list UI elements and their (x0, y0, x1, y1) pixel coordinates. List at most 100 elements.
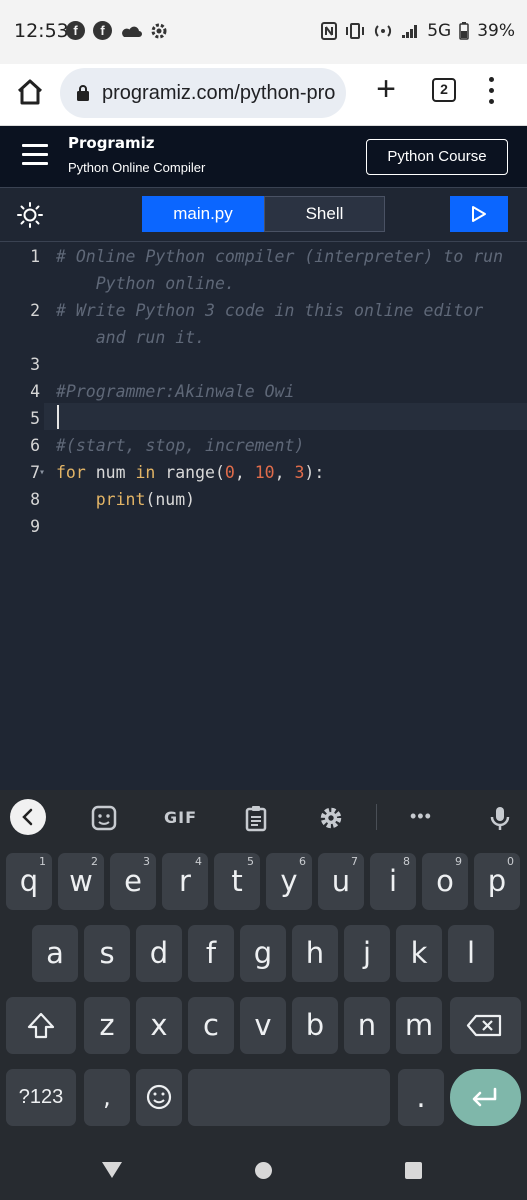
key-w[interactable]: w2 (58, 853, 104, 910)
key-e[interactable]: e3 (110, 853, 156, 910)
system-nav-bar (0, 1140, 527, 1200)
emoji-icon (146, 1084, 172, 1110)
key-v[interactable]: v (240, 997, 286, 1054)
key-b[interactable]: b (292, 997, 338, 1054)
nfc-icon (321, 22, 338, 40)
keyboard-back-button[interactable] (10, 799, 46, 835)
key-k[interactable]: k (396, 925, 442, 982)
key-hint: 7 (351, 855, 358, 868)
key-z[interactable]: z (84, 997, 130, 1054)
facebook-icon: f (93, 21, 112, 40)
key-t[interactable]: t5 (214, 853, 260, 910)
emoji-key[interactable] (136, 1069, 182, 1126)
key-x[interactable]: x (136, 997, 182, 1054)
key-d[interactable]: d (136, 925, 182, 982)
address-bar[interactable]: programiz.com/python-pro (60, 68, 346, 118)
period-key[interactable]: . (398, 1069, 444, 1126)
run-button[interactable] (450, 196, 508, 232)
url-text: programiz.com/python-pro (102, 82, 336, 104)
code-token: (num) (145, 490, 196, 509)
home-icon[interactable] (14, 76, 46, 108)
key-a[interactable]: a (32, 925, 78, 982)
key-f[interactable]: f (188, 925, 234, 982)
key-q[interactable]: q1 (6, 853, 52, 910)
status-time: 12:53 (14, 20, 69, 42)
code-token: , (234, 463, 255, 482)
line-number: 6 (30, 436, 40, 455)
key-n[interactable]: n (344, 997, 390, 1054)
nav-back-icon[interactable] (102, 1162, 122, 1178)
theme-toggle-icon[interactable] (16, 201, 44, 229)
key-c[interactable]: c (188, 997, 234, 1054)
more-options-icon[interactable]: ••• (410, 806, 432, 827)
key-letter: i (388, 864, 398, 898)
key-g[interactable]: g (240, 925, 286, 982)
nav-home-icon[interactable] (255, 1162, 272, 1179)
new-tab-button[interactable]: + (368, 72, 404, 108)
key-u[interactable]: u7 (318, 853, 364, 910)
keyboard-toolbar: GIF ••• (0, 790, 527, 844)
key-letter: p (487, 864, 507, 898)
microphone-icon[interactable] (486, 804, 514, 832)
signal-icon (402, 25, 418, 38)
browser-toolbar: programiz.com/python-pro + 2 (0, 64, 527, 126)
enter-icon (472, 1087, 497, 1107)
code-line-6: 6 #(start, stop, increment) (0, 432, 527, 459)
facebook-icon: f (66, 21, 85, 40)
key-m[interactable]: m (396, 997, 442, 1054)
key-o[interactable]: o9 (422, 853, 468, 910)
python-course-button[interactable]: Python Course (366, 139, 508, 175)
tab-switcher-button[interactable]: 2 (432, 78, 456, 102)
key-letter: y (280, 864, 298, 898)
tab-shell[interactable]: Shell (264, 196, 385, 232)
key-s[interactable]: s (84, 925, 130, 982)
clipboard-icon[interactable] (242, 804, 270, 832)
code-editor[interactable]: 1 # Online Python compiler (interpreter)… (0, 243, 527, 790)
fold-arrow-icon[interactable]: ▾ (39, 459, 45, 486)
code-text: Python online. (56, 274, 235, 293)
symbols-key[interactable]: ?123 (6, 1069, 76, 1126)
nav-recents-icon[interactable] (405, 1162, 422, 1179)
key-j[interactable]: j (344, 925, 390, 982)
tab-main-py[interactable]: main.py (142, 196, 264, 232)
line-number: 3 (30, 355, 40, 374)
key-r[interactable]: r4 (162, 853, 208, 910)
soft-keyboard: GIF ••• q1 w2 e3 r4 t5 y6 u7 i8 o9 p0 a … (0, 790, 527, 1200)
code-token: , (274, 463, 295, 482)
shift-icon (27, 1012, 55, 1039)
space-bar[interactable] (188, 1069, 390, 1126)
code-text: print(num) (56, 486, 195, 513)
key-h[interactable]: h (292, 925, 338, 982)
brand-logo[interactable]: Programiz (68, 134, 154, 152)
shift-key[interactable] (6, 997, 76, 1054)
settings-gear-icon[interactable] (317, 804, 345, 832)
code-token: range( (155, 463, 225, 482)
key-i[interactable]: i8 (370, 853, 416, 910)
enter-key[interactable] (450, 1069, 521, 1126)
key-l[interactable]: l (448, 925, 494, 982)
code-text: # Online Python compiler (interpreter) t… (56, 247, 504, 266)
site-header: Programiz Python Online Compiler Python … (0, 126, 527, 188)
code-token: ): (304, 463, 325, 482)
hamburger-menu-icon[interactable] (22, 144, 48, 166)
key-letter: w (69, 864, 93, 898)
gif-button[interactable]: GIF (164, 808, 197, 827)
sticker-icon[interactable] (90, 804, 118, 832)
hotspot-icon (375, 25, 392, 37)
number-literal: 10 (254, 463, 275, 482)
backspace-key[interactable] (450, 997, 521, 1054)
battery-icon (459, 22, 469, 40)
comma-key[interactable]: , (84, 1069, 130, 1126)
browser-menu-button[interactable] (484, 76, 500, 106)
key-y[interactable]: y6 (266, 853, 312, 910)
key-hint: 1 (39, 855, 46, 868)
code-line-3: 3 (0, 351, 527, 378)
number-literal: 3 (294, 463, 305, 482)
line-number: 4 (30, 382, 40, 401)
key-hint: 0 (507, 855, 514, 868)
key-letter: u (331, 864, 351, 898)
key-p[interactable]: p0 (474, 853, 520, 910)
key-hint: 4 (195, 855, 202, 868)
cloud-icon (122, 26, 142, 37)
line-number: 5 (30, 409, 40, 428)
